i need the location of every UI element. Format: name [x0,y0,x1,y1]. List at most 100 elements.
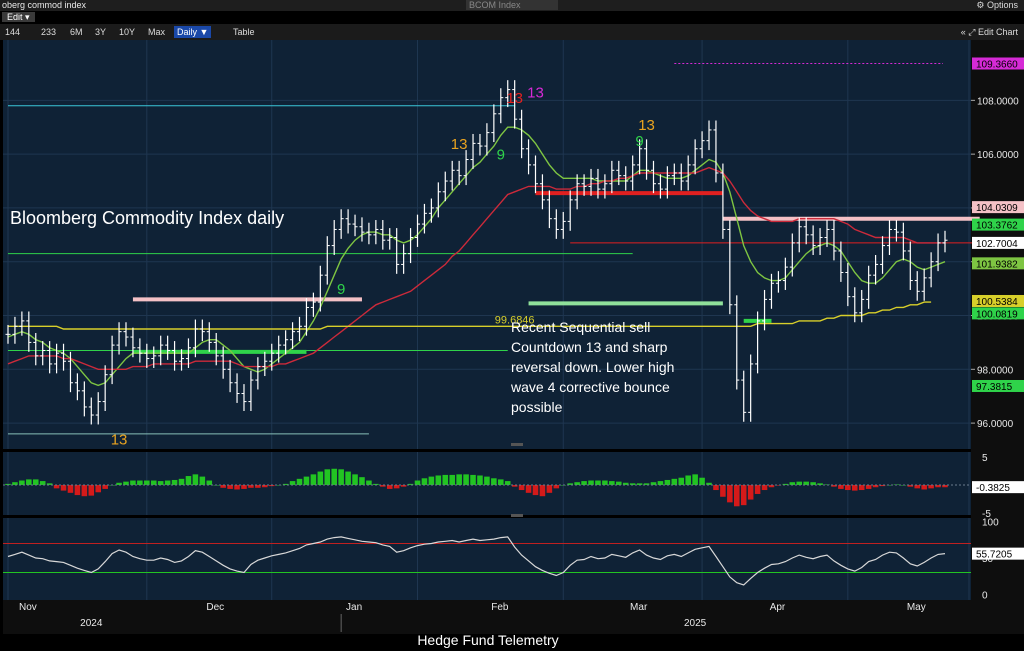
macd-bar [671,478,678,485]
macd-bar [241,485,247,489]
note-line: Countdown 13 and sharp [511,339,668,355]
macd-bar [67,485,74,493]
macd-bar [317,471,324,485]
macd-bar [39,481,46,485]
macd-bar [338,469,344,485]
count-label: 13 [451,136,468,153]
macd-bar [303,476,310,485]
macd-bar [845,485,851,491]
macd-bar [491,478,497,485]
macd-bar [609,481,615,485]
expand-icon[interactable]: ⤢ [968,27,975,37]
y-tick-label: 96.0000 [977,419,1014,430]
x-tick-label: Apr [770,602,786,613]
macd-bar [386,485,393,489]
price-tag-label: 102.7004 [976,239,1018,250]
macd-bar [699,477,705,485]
chart-area: 99.68461313131313999 Bloomberg Commodity… [0,40,1024,651]
macd-bar [123,481,129,485]
macd-bar [53,485,60,489]
macd-bar [525,485,532,493]
macd-bar [60,485,67,491]
ticker-field[interactable]: BCOM Index [466,0,558,10]
macd-bar [921,485,927,490]
x-tick-label: Mar [630,602,648,613]
chart-title: Bloomberg Commodity Index daily [10,208,284,228]
macd-bar [484,476,490,485]
macd-bar [470,474,476,485]
count-label: 13 [506,90,523,107]
panel-resize-handle[interactable] [511,514,523,517]
macd-bar [734,485,740,507]
footer-caption: Hedge Fund Telemetry [417,632,558,648]
range-button-max[interactable]: Max [145,24,168,40]
x-tick-label: Nov [19,602,37,613]
period-dropdown[interactable]: Daily ▼ [174,26,212,38]
macd-bar [178,478,185,485]
macd-bar [435,475,442,485]
range-toolbar: 144 233 6M 3Y 10Y Max Daily ▼ Table « ⤢ … [0,24,1024,40]
macd-bar [803,481,809,485]
count-label: 9 [337,281,345,298]
x-year-label: 2025 [684,618,707,629]
range-button-3y[interactable]: 3Y [92,24,109,40]
count-label: 9 [497,147,505,164]
macd-bar [102,485,108,489]
macd-bar [914,485,921,489]
panel-resize-handle[interactable] [511,443,523,446]
macd-bar [352,474,358,485]
macd-bar [858,485,865,491]
macd-bar [171,479,178,485]
edit-button[interactable]: Edit ▾ [2,12,35,22]
range-button-233[interactable]: 233 [38,24,59,40]
macd-bar [754,485,761,494]
rsi-value-label: 55.7205 [976,550,1013,561]
rsi-panel [3,518,971,600]
macd-bar [331,468,337,485]
macd-bar [157,481,164,485]
macd-bar [720,485,726,497]
options-label: Options [986,0,1018,10]
macd-bar [428,476,435,485]
macd-bar [838,485,844,489]
macd-bar [164,480,171,485]
edit-label: Edit [7,12,23,22]
y-tick-label: 98.0000 [977,365,1014,376]
macd-bar [359,477,365,485]
window-title: oberg commod index [2,0,87,10]
macd-bar [518,485,525,491]
macd-bar [595,480,601,485]
options-menu[interactable]: ⚙ Options [976,0,1018,11]
price-tag-label: 97.3815 [976,382,1013,393]
table-button[interactable]: Table [230,24,258,40]
x-tick-label: Dec [206,602,224,613]
price-tag-label: 101.9382 [976,259,1018,270]
range-button-144[interactable]: 144 [2,24,23,40]
macd-bar [324,469,331,485]
collapse-icon[interactable]: « [961,27,966,37]
macd-bar [421,478,428,485]
macd-bar [74,485,81,496]
edit-chart-button[interactable]: « ⤢ Edit Chart [961,24,1018,40]
macd-bar [185,476,192,485]
macd-bar [137,480,143,485]
macd-bar [150,480,157,485]
x-tick-label: May [907,602,926,613]
edit-chart-label: Edit Chart [977,27,1018,37]
range-button-6m[interactable]: 6M [67,24,86,40]
range-button-10y[interactable]: 10Y [116,24,138,40]
price-tag-label: 109.3660 [976,59,1018,70]
macd-bar [657,481,664,485]
note-line: reversal down. Lower high [511,359,674,375]
note-line: wave 4 corrective bounce [510,379,670,395]
macd-bar [449,474,455,485]
x-year-label: 2024 [80,618,103,629]
macd-bar [95,485,102,493]
macd-bar [851,485,858,491]
macd-bar [602,480,608,485]
macd-bar [713,485,719,491]
macd-bar [310,474,317,485]
macd-bar [616,481,622,485]
price-tag-label: 103.3762 [976,221,1018,232]
y-axis-panel [971,40,1024,634]
